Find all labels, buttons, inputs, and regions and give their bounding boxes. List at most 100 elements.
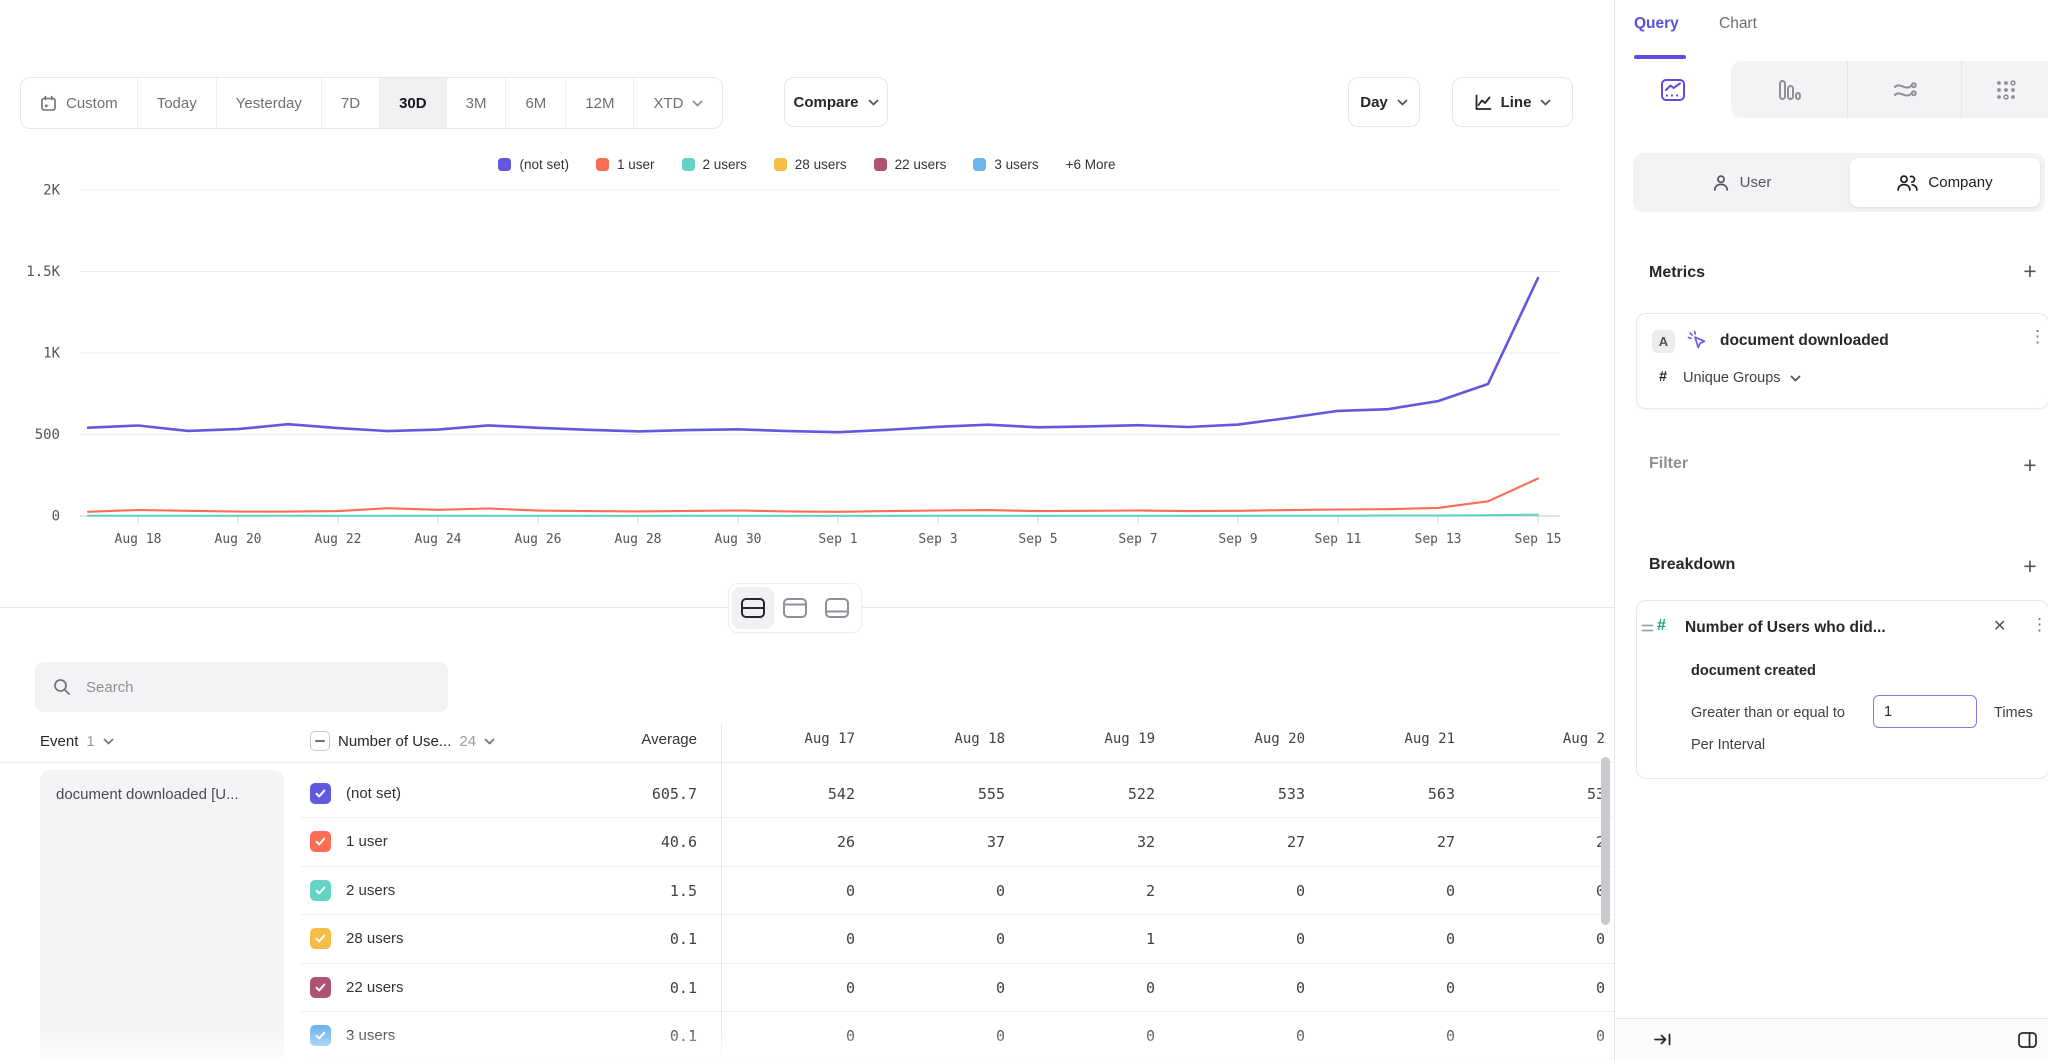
cell-value: 53 xyxy=(1475,785,1605,803)
chevron-down-icon xyxy=(1540,99,1551,106)
series-checkbox[interactable] xyxy=(310,831,331,852)
series-checkbox[interactable] xyxy=(310,928,331,949)
scope-company-button[interactable]: Company xyxy=(1850,158,2040,207)
add-filter-button[interactable]: + xyxy=(2017,452,2043,478)
search-input[interactable] xyxy=(84,678,430,697)
breakdown-property: Number of Users who did... xyxy=(1685,619,1886,637)
table-row[interactable]: 28 users0.1001000 xyxy=(0,915,1614,963)
range-custom-button[interactable]: Custom xyxy=(21,78,137,128)
panel-footer xyxy=(1615,1018,2048,1060)
cell-value: 0 xyxy=(1025,1027,1155,1045)
table-row[interactable]: 1 user40.626373227272 xyxy=(0,818,1614,866)
date-column-header: Aug 19 xyxy=(1025,731,1155,747)
cell-value: 0 xyxy=(875,979,1005,997)
series-checkbox[interactable] xyxy=(310,1025,331,1046)
table-row[interactable]: 22 users0.1000000 xyxy=(0,964,1614,1012)
range-yesterday-button[interactable]: Yesterday xyxy=(216,78,321,128)
chart-type-tabs xyxy=(1615,61,2048,118)
cell-value: 555 xyxy=(875,785,1005,803)
average-value: 0.1 xyxy=(557,979,697,997)
add-metric-button[interactable]: + xyxy=(2017,258,2043,284)
scope-company-label: Company xyxy=(1928,174,1992,191)
cell-value: 522 xyxy=(1025,785,1155,803)
column-divider xyxy=(721,723,722,1060)
metric-menu-icon[interactable]: ⋮ xyxy=(2029,328,2046,345)
svg-text:1K: 1K xyxy=(43,346,60,362)
chart-type-button[interactable]: Line xyxy=(1452,77,1573,127)
drag-handle-icon[interactable] xyxy=(1641,623,1654,633)
header-divider xyxy=(0,762,1614,763)
measure-selector[interactable]: Unique Groups xyxy=(1683,370,1801,386)
range-6m-button[interactable]: 6M xyxy=(505,78,565,128)
average-value: 40.6 xyxy=(557,833,697,851)
svg-text:0: 0 xyxy=(52,509,60,525)
series-label: 28 users xyxy=(346,930,404,947)
series-checkbox[interactable] xyxy=(310,783,331,804)
range-30d-button[interactable]: 30D xyxy=(379,78,446,128)
cell-value: 26 xyxy=(725,833,855,851)
series-label: 2 users xyxy=(346,882,395,899)
line-chart-icon xyxy=(1660,78,1686,102)
chart-type-grid-tab[interactable] xyxy=(1961,61,2048,118)
cell-value: 37 xyxy=(875,833,1005,851)
layout-chart-button[interactable] xyxy=(774,587,816,629)
tab-query[interactable]: Query xyxy=(1634,15,1679,33)
series-checkbox[interactable] xyxy=(310,880,331,901)
breakdown-menu-icon[interactable]: ⋮ xyxy=(2031,616,2048,633)
cell-value: 27 xyxy=(1325,833,1455,851)
cell-value: 0 xyxy=(1475,979,1605,997)
group-count: 24 xyxy=(459,733,476,750)
date-column-header: Aug 2 xyxy=(1475,731,1605,747)
range-xtd-button[interactable]: XTD xyxy=(633,78,722,128)
measure-symbol: # xyxy=(1659,369,1667,385)
range-today-button[interactable]: Today xyxy=(137,78,216,128)
check-icon xyxy=(315,983,326,992)
event-column-header[interactable]: Event 1 xyxy=(40,729,114,753)
range-7d-button[interactable]: 7D xyxy=(321,78,379,128)
range-3m-button[interactable]: 3M xyxy=(446,78,506,128)
layout-table-button[interactable] xyxy=(816,587,858,629)
autotrack-cursor-icon xyxy=(1686,329,1708,351)
svg-text:Sep 5: Sep 5 xyxy=(1018,532,1057,547)
chevron-down-icon xyxy=(868,99,879,106)
collapse-panel-icon[interactable] xyxy=(1653,1032,1672,1047)
scope-user-label: User xyxy=(1740,174,1772,191)
scope-user-button[interactable]: User xyxy=(1633,153,1850,212)
date-column-header: Aug 18 xyxy=(875,731,1005,747)
series-checkbox[interactable] xyxy=(310,977,331,998)
breakdown-interval-label: Per Interval xyxy=(1691,737,1765,753)
select-all-checkbox[interactable] xyxy=(310,731,330,751)
split-panel-icon[interactable] xyxy=(2017,1031,2038,1049)
svg-text:Sep 3: Sep 3 xyxy=(918,532,957,547)
tab-chart[interactable]: Chart xyxy=(1719,15,1757,33)
breakdown-value-input[interactable] xyxy=(1873,695,1977,728)
add-breakdown-button[interactable]: + xyxy=(2017,553,2043,579)
interval-button[interactable]: Day xyxy=(1348,77,1420,127)
cell-value: 0 xyxy=(1175,979,1305,997)
chart-type-line-tab[interactable] xyxy=(1615,61,1731,118)
indeterminate-icon xyxy=(315,740,325,742)
metric-card[interactable]: A document downloaded ⋮ # Unique Groups xyxy=(1636,313,2048,409)
line-chart[interactable]: 05001K1.5K2KAug 18Aug 20Aug 22Aug 24Aug … xyxy=(0,128,1614,558)
range-12m-button[interactable]: 12M xyxy=(565,78,633,128)
table-row[interactable]: 3 users0.1000000 xyxy=(0,1012,1614,1060)
table-row[interactable]: 2 users1.5002000 xyxy=(0,867,1614,915)
compare-button[interactable]: Compare xyxy=(784,77,888,127)
cell-value: 0 xyxy=(875,930,1005,948)
table-row[interactable]: (not set)605.754255552253356353 xyxy=(0,770,1614,818)
breakdown-card[interactable]: # Number of Users who did... ✕ ⋮ documen… xyxy=(1636,600,2048,779)
date-column-header: Aug 20 xyxy=(1175,731,1305,747)
cell-value: 0 xyxy=(1175,1027,1305,1045)
cell-value: 0 xyxy=(1475,930,1605,948)
chart-type-flow-tab[interactable] xyxy=(1847,61,1961,118)
svg-text:Sep 11: Sep 11 xyxy=(1315,532,1362,547)
cell-value: 0 xyxy=(725,882,855,900)
group-column-header[interactable]: Number of Use... 24 xyxy=(310,729,495,753)
layout-split-button[interactable] xyxy=(732,587,774,629)
remove-breakdown-icon[interactable]: ✕ xyxy=(1993,616,2006,636)
chart-type-bar-tab[interactable] xyxy=(1731,61,1847,118)
table-scrollbar[interactable] xyxy=(1601,757,1610,925)
series-label: 22 users xyxy=(346,979,404,996)
cell-value: 32 xyxy=(1025,833,1155,851)
compare-label: Compare xyxy=(793,94,858,111)
